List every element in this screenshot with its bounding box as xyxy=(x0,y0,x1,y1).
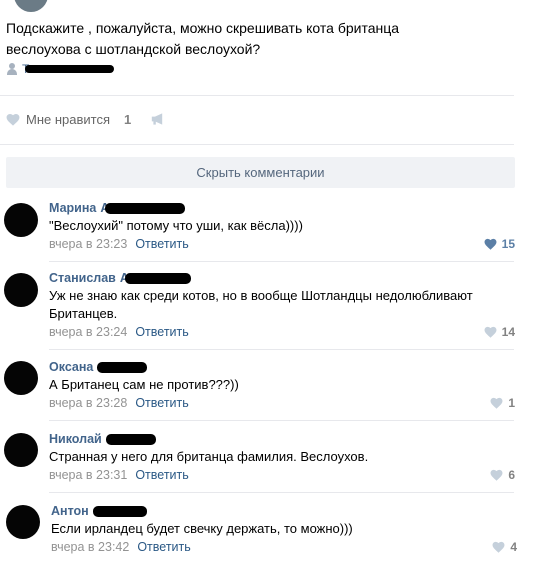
avatar[interactable] xyxy=(4,433,38,467)
hide-comments-button[interactable]: Скрыть комментарии xyxy=(6,157,515,188)
comment-author: Оксана xyxy=(49,359,148,375)
comment-text: "Веслоухий" потому что уши, как вёсла)))… xyxy=(49,218,303,233)
redaction-bar xyxy=(105,433,156,445)
megaphone-icon[interactable] xyxy=(151,112,167,126)
redaction-bar xyxy=(92,505,147,517)
post-text: Подскажите , пожалуйста, можно скрешиват… xyxy=(6,20,400,57)
avatar[interactable] xyxy=(6,505,40,539)
comment-text: Если ирландец будет свечку держать, то м… xyxy=(51,521,353,536)
divider xyxy=(49,349,514,350)
comment-author: Антон xyxy=(51,503,147,519)
comment-like-button[interactable]: 4 xyxy=(492,539,517,555)
comment-like-count: 1 xyxy=(508,396,515,410)
comment-item: Марина А "Веслоухий" потому что уши, как… xyxy=(0,200,520,262)
comment-time[interactable]: вчера в 23:28 xyxy=(49,396,127,410)
comment-like-count: 6 xyxy=(508,468,515,482)
comment-text: А Британец сам не против???)) xyxy=(49,377,239,392)
comment-author-name[interactable]: Оксана xyxy=(49,360,93,374)
heart-icon xyxy=(490,469,503,481)
heart-icon xyxy=(492,541,505,553)
reply-button[interactable]: Ответить xyxy=(135,468,188,482)
comment-author-name[interactable]: Антон xyxy=(51,504,89,518)
divider xyxy=(0,144,514,145)
comment-time[interactable]: вчера в 23:42 xyxy=(51,540,129,554)
comment-text: Странная у него для британца фамилия. Ве… xyxy=(49,449,369,464)
like-button[interactable]: Мне нравится 1 xyxy=(6,112,131,127)
comment-like-button[interactable]: 6 xyxy=(490,467,515,483)
divider xyxy=(49,492,514,493)
avatar[interactable] xyxy=(4,361,38,395)
comment-author-name[interactable]: Станислав xyxy=(49,271,116,285)
comment-meta: вчера в 23:31 Ответить xyxy=(49,467,189,483)
post-author-avatar[interactable] xyxy=(14,0,48,12)
comment-item: Антон Если ирландец будет свечку держать… xyxy=(0,503,520,563)
comment-like-button[interactable]: 14 xyxy=(484,324,515,340)
redaction-bar xyxy=(97,361,148,373)
comment-author: Станислав А xyxy=(49,270,191,286)
heart-icon xyxy=(484,238,497,250)
comment-like-button[interactable]: 15 xyxy=(484,236,515,252)
reply-button[interactable]: Ответить xyxy=(135,325,188,339)
heart-icon xyxy=(490,397,503,409)
comment-meta: вчера в 23:42 Ответить xyxy=(51,539,191,555)
comment-like-button[interactable]: 1 xyxy=(490,395,515,411)
comment-item: Оксана А Британец сам не против???)) вче… xyxy=(0,359,520,421)
reply-button[interactable]: Ответить xyxy=(137,540,190,554)
comment-time[interactable]: вчера в 23:31 xyxy=(49,468,127,482)
redaction-bar xyxy=(105,202,186,214)
comment-meta: вчера в 23:24 Ответить xyxy=(49,324,189,340)
comment-like-count: 4 xyxy=(510,540,517,554)
redaction-bar xyxy=(73,65,114,73)
comment-author: Николай xyxy=(49,431,156,447)
comment-item: Николай Странная у него для британца фам… xyxy=(0,431,520,493)
avatar[interactable] xyxy=(4,273,38,307)
post-actions: Мне нравится 1 xyxy=(6,108,167,130)
divider xyxy=(49,261,514,262)
divider xyxy=(49,420,514,421)
reply-button[interactable]: Ответить xyxy=(135,396,188,410)
heart-icon xyxy=(484,326,497,338)
comment-author-name[interactable]: Николай xyxy=(49,432,102,446)
comment-time[interactable]: вчера в 23:23 xyxy=(49,237,127,251)
comment-meta: вчера в 23:28 Ответить xyxy=(49,395,189,411)
heart-icon xyxy=(6,113,20,126)
post-author: Т П xyxy=(6,60,114,78)
comment-time[interactable]: вчера в 23:24 xyxy=(49,325,127,339)
person-icon xyxy=(6,63,18,75)
comment-author-name[interactable]: Марина xyxy=(49,201,96,215)
comment-author: Марина А xyxy=(49,200,186,216)
comment-like-count: 15 xyxy=(501,237,515,251)
comment-meta: вчера в 23:23 Ответить xyxy=(49,236,189,252)
like-count: 1 xyxy=(124,111,132,127)
comment-text: Уж не знаю как среди котов, но в вообще … xyxy=(49,288,473,321)
comment-item: Станислав А Уж не знаю как среди котов, … xyxy=(0,270,520,350)
divider xyxy=(0,95,514,96)
like-label: Мне нравится xyxy=(26,111,111,127)
comment-like-count: 14 xyxy=(501,325,515,339)
reply-button[interactable]: Ответить xyxy=(135,237,188,251)
avatar[interactable] xyxy=(4,203,38,237)
redaction-bar xyxy=(124,272,191,284)
